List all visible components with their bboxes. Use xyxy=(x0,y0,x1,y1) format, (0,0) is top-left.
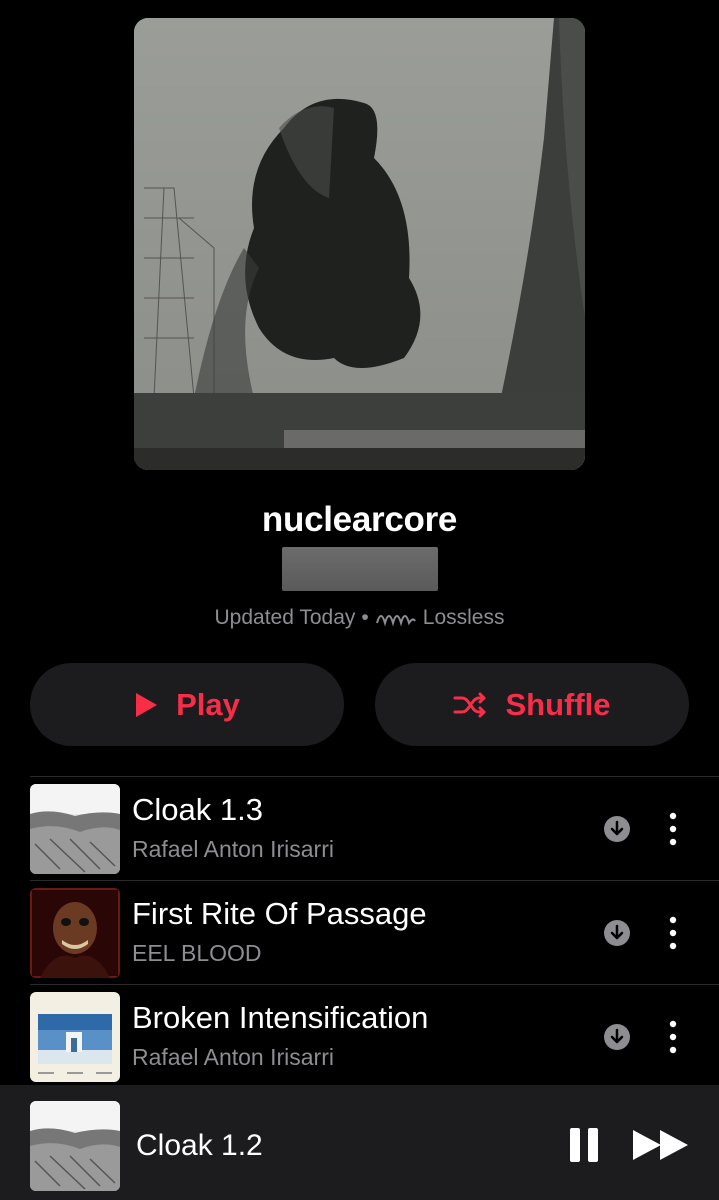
fast-forward-icon[interactable] xyxy=(632,1129,690,1161)
playlist-cover-art xyxy=(134,18,585,470)
updated-label: Updated Today xyxy=(214,606,356,629)
track-artwork xyxy=(30,992,120,1082)
track-row[interactable]: Cloak 1.3 Rafael Anton Irisarri xyxy=(30,784,719,874)
shuffle-button[interactable]: Shuffle xyxy=(375,663,689,746)
track-row[interactable]: First Rite Of Passage EEL BLOOD xyxy=(30,888,719,978)
play-label: Play xyxy=(176,686,240,722)
shuffle-icon xyxy=(453,692,486,717)
lossless-icon xyxy=(375,607,417,629)
track-artist: Rafael Anton Irisarri xyxy=(132,836,334,862)
download-icon[interactable] xyxy=(604,816,630,842)
track-title: Broken Intensification xyxy=(132,1000,429,1035)
more-options-icon[interactable] xyxy=(666,811,680,847)
quality-label: Lossless xyxy=(422,606,505,629)
meta-separator: • xyxy=(361,606,369,629)
now-playing-title: Cloak 1.2 xyxy=(136,1129,263,1162)
playlist-title: nuclearcore xyxy=(261,500,458,539)
track-artist: EEL BLOOD xyxy=(132,940,262,966)
track-artwork xyxy=(30,888,120,978)
download-icon[interactable] xyxy=(604,1024,630,1050)
playlist-meta: Updated Today • Lossless xyxy=(0,606,719,630)
play-icon xyxy=(136,692,158,717)
track-title: First Rite Of Passage xyxy=(132,896,427,931)
curator-name-redacted xyxy=(282,547,438,591)
divider xyxy=(30,776,719,777)
divider xyxy=(30,880,719,881)
shuffle-label: Shuffle xyxy=(505,686,611,722)
download-icon[interactable] xyxy=(604,920,630,946)
track-title: Cloak 1.3 xyxy=(132,792,263,827)
track-row[interactable]: Broken Intensification Rafael Anton Iris… xyxy=(30,992,719,1082)
play-button[interactable]: Play xyxy=(30,663,344,746)
track-artwork xyxy=(30,784,120,874)
now-playing-artwork xyxy=(30,1101,120,1191)
divider xyxy=(30,984,719,985)
more-options-icon[interactable] xyxy=(666,915,680,951)
track-artist: Rafael Anton Irisarri xyxy=(132,1044,334,1070)
mini-player[interactable]: Cloak 1.2 xyxy=(0,1085,719,1200)
pause-icon[interactable] xyxy=(567,1127,601,1163)
more-options-icon[interactable] xyxy=(666,1019,680,1055)
